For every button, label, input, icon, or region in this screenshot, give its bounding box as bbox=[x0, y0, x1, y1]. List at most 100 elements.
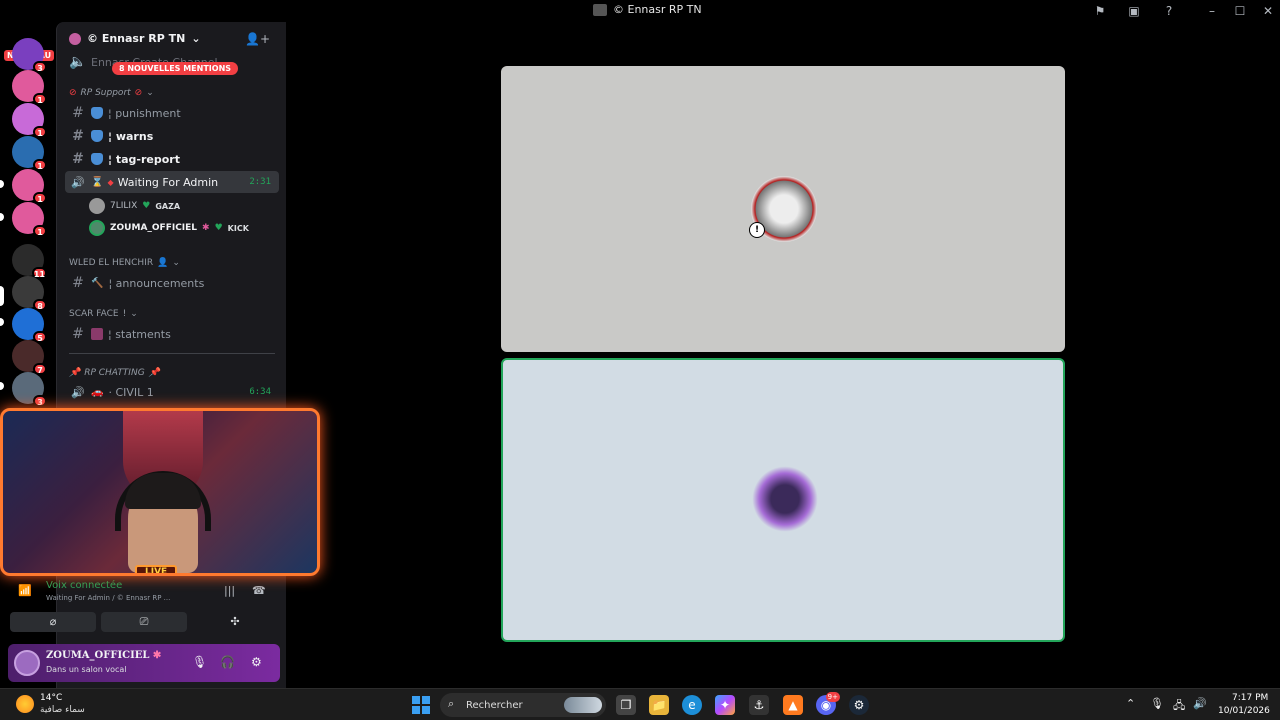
channel-statments[interactable]: # ¦ statments bbox=[65, 323, 279, 345]
hash-icon: # bbox=[72, 326, 84, 342]
search-placeholder: Rechercher bbox=[466, 699, 523, 711]
app-icon[interactable]: ⚓ bbox=[749, 695, 769, 715]
clock-time[interactable]: 7:17 PM bbox=[1232, 693, 1268, 703]
weather-temperature[interactable]: 14°C bbox=[40, 693, 62, 703]
green-heart-icon: ♥ bbox=[214, 223, 223, 233]
weather-description[interactable]: سماء صافية bbox=[40, 705, 85, 715]
green-heart-icon: ♥ bbox=[142, 201, 151, 211]
server-icon[interactable]: 1 bbox=[12, 70, 47, 105]
discord-badge: 9+ bbox=[825, 692, 840, 702]
server-icon[interactable]: 1 bbox=[12, 169, 47, 204]
voice-connection-panel: 📶 Voix connectée Waiting For Admin / © E… bbox=[8, 578, 280, 638]
network-icon[interactable]: 🖧 bbox=[1173, 697, 1185, 716]
category-scar-face[interactable]: SCAR FACE ! ⌄ bbox=[69, 309, 138, 319]
microphone-icon[interactable]: 🎙 bbox=[192, 655, 207, 669]
maximize-icon[interactable]: ☐ bbox=[1232, 3, 1248, 19]
invite-people-icon[interactable]: 👤+ bbox=[245, 32, 270, 46]
live-badge: LIVE bbox=[135, 565, 178, 573]
server-icon[interactable]: 11 bbox=[12, 244, 47, 279]
channel-label: ¦ warns bbox=[108, 129, 154, 143]
headphones-icon[interactable]: 🎧 bbox=[220, 655, 235, 669]
copilot-icon[interactable]: ✦ bbox=[715, 695, 735, 715]
steam-icon[interactable]: ⚙ bbox=[849, 695, 869, 715]
voice-member[interactable]: 7LILIX ♥ GAZA bbox=[89, 196, 180, 216]
soundboard-icon[interactable]: ||| bbox=[224, 584, 235, 597]
gear-icon[interactable]: ⚙ bbox=[251, 655, 262, 669]
channel-label: ¦ statments bbox=[108, 327, 171, 341]
chevron-down-icon: ⌄ bbox=[172, 258, 180, 268]
pin-icon: 📌 bbox=[69, 368, 81, 378]
windows-start-icon[interactable] bbox=[412, 696, 430, 714]
no-entry-icon: ⊘ bbox=[69, 88, 77, 98]
weather-sun-icon[interactable] bbox=[16, 695, 34, 713]
category-rp-support[interactable]: ⊘ RP Support ⊘ ⌄ bbox=[69, 88, 154, 98]
avatar bbox=[89, 220, 105, 236]
voice-timer: 2:31 bbox=[249, 177, 271, 187]
channel-label: · CIVIL 1 bbox=[108, 385, 154, 399]
server-rail: NOUVEAU 3 1 1 1 1 1 11 8 5 7 3 bbox=[0, 22, 56, 410]
new-mentions-banner[interactable]: 8 NOUVELLES MENTIONS bbox=[112, 62, 239, 75]
channel-announcements[interactable]: # 🔨 ¦ announcements bbox=[65, 272, 279, 294]
category-label: WLED EL HENCHIR bbox=[69, 258, 154, 268]
member-name: ZOUMA_OFFICIEL bbox=[110, 223, 198, 233]
minimize-icon[interactable]: – bbox=[1204, 3, 1220, 19]
help-icon[interactable]: ? bbox=[1161, 3, 1177, 19]
voice-status[interactable]: Voix connectée bbox=[46, 580, 122, 591]
channel-warns[interactable]: # ¦ warns bbox=[65, 125, 279, 147]
volume-icon[interactable]: 🔊 bbox=[1193, 697, 1207, 710]
unread-pill bbox=[0, 382, 4, 390]
inbox-flag-icon[interactable]: ⚑ bbox=[1092, 3, 1108, 19]
category-label: RP CHATTING bbox=[84, 368, 145, 378]
category-label: SCAR FACE bbox=[69, 309, 119, 319]
task-view-icon[interactable]: ❐ bbox=[616, 695, 636, 715]
pink-badge-icon: ✱ bbox=[202, 223, 210, 233]
server-header[interactable]: © Ennasr RP TN ⌄ bbox=[69, 32, 201, 45]
chevron-up-icon[interactable]: ⌃ bbox=[1126, 697, 1135, 710]
server-icon[interactable]: 3 bbox=[12, 38, 47, 73]
server-icon[interactable]: 8 bbox=[12, 276, 47, 311]
channel-label: ¦ tag-report bbox=[108, 152, 180, 166]
unread-pill bbox=[0, 213, 4, 221]
screen-share-button[interactable]: ⎚ bbox=[101, 612, 187, 632]
screen-share-icon[interactable]: ▣ bbox=[1126, 3, 1142, 19]
server-icon[interactable]: 1 bbox=[12, 103, 47, 138]
search-highlight-image bbox=[564, 697, 602, 713]
pin-icon: 📌 bbox=[148, 368, 160, 378]
taskbar-search[interactable]: ⌕ Rechercher bbox=[440, 693, 606, 717]
server-icon[interactable]: 7 bbox=[12, 340, 47, 375]
hash-icon: # bbox=[72, 275, 84, 291]
category-label: RP Support bbox=[80, 88, 131, 98]
channel-punishment[interactable]: # ¦ punishment bbox=[65, 102, 279, 124]
server-icon[interactable]: 5 bbox=[12, 308, 47, 343]
discord-icon[interactable]: ◉ 9+ bbox=[816, 692, 840, 715]
server-icon[interactable]: 1 bbox=[12, 136, 47, 171]
camera-off-button[interactable]: ⌀ bbox=[10, 612, 96, 632]
user-panel: ZOUMA_OFFICIEL ✱ Dans un salon vocal 🎙 🎧… bbox=[8, 644, 280, 682]
category-wled[interactable]: WLED EL HENCHIR 👤 ⌄ bbox=[69, 258, 180, 268]
shield-icon bbox=[91, 130, 103, 142]
member-name: 7LILIX bbox=[110, 201, 138, 211]
voice-member[interactable]: ZOUMA_OFFICIEL ✱ ♥ KICK bbox=[89, 218, 249, 238]
server-icon[interactable]: 3 bbox=[12, 372, 47, 407]
edge-icon[interactable]: e bbox=[682, 695, 702, 715]
avatar[interactable] bbox=[14, 650, 40, 676]
member-tag: KICK bbox=[227, 223, 249, 233]
category-rp-chatting[interactable]: 📌 RP CHATTING 📌 bbox=[69, 368, 160, 378]
clock-date[interactable]: 10/01/2026 bbox=[1218, 706, 1270, 716]
hash-icon: # bbox=[72, 105, 84, 121]
voice-channel-civil1[interactable]: 🔊 🚗 · CIVIL 1 6:34 bbox=[65, 381, 279, 403]
voice-channel-path[interactable]: Waiting For Admin / © Ennasr RP ... bbox=[46, 594, 170, 602]
discord-logo-icon bbox=[593, 3, 607, 16]
microphone-tray-icon[interactable]: 🎙 bbox=[1150, 697, 1164, 710]
server-icon[interactable]: 1 bbox=[12, 202, 47, 237]
channel-tag-report[interactable]: # ¦ tag-report bbox=[65, 148, 279, 170]
disconnect-icon[interactable]: ☎ bbox=[252, 584, 266, 597]
channel-label: ¦ announcements bbox=[108, 276, 205, 290]
channel-label: ¦ punishment bbox=[108, 106, 181, 120]
file-explorer-icon[interactable]: 📁 bbox=[649, 695, 669, 715]
app-icon[interactable]: ▲ bbox=[783, 695, 803, 715]
close-icon[interactable]: ✕ bbox=[1260, 3, 1276, 19]
activities-button[interactable]: ✣ bbox=[192, 612, 278, 632]
unread-pill bbox=[0, 318, 4, 326]
voice-channel-waiting[interactable]: 🔊 ⌛ ◆ Waiting For Admin 2:31 bbox=[65, 171, 279, 193]
